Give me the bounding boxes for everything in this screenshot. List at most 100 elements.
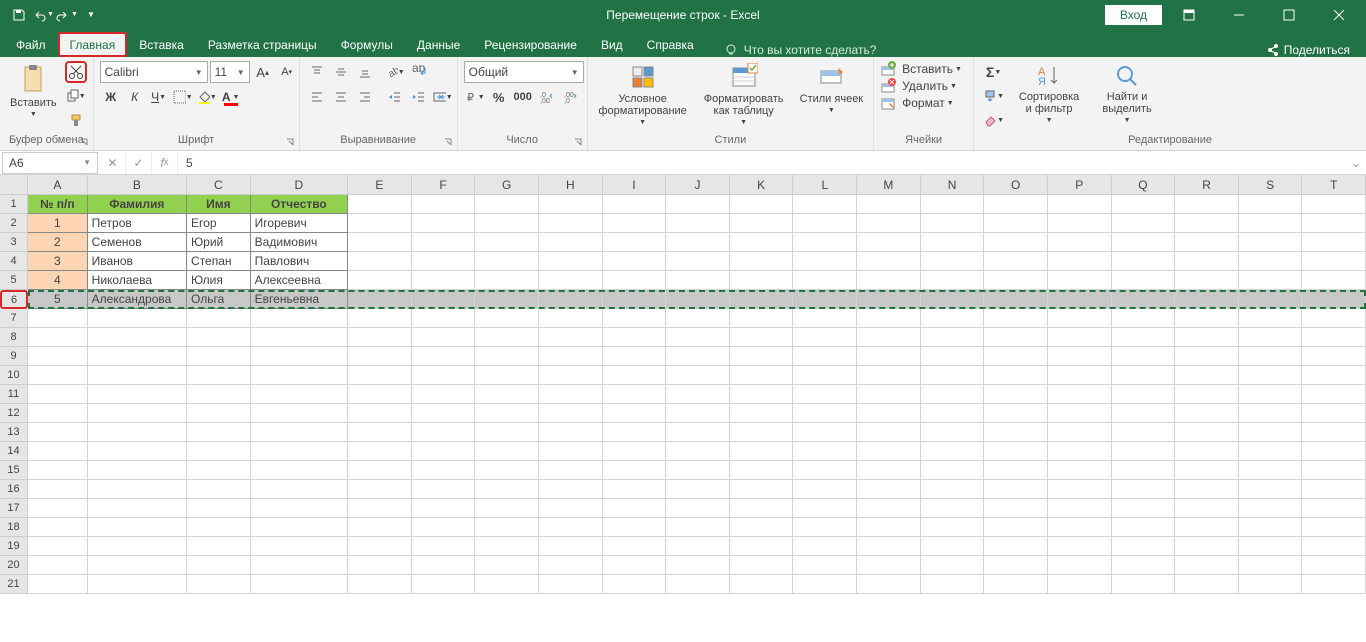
cell[interactable]	[666, 195, 730, 214]
cell[interactable]	[28, 309, 88, 328]
cell[interactable]	[666, 499, 730, 518]
cell[interactable]: № п/п	[28, 195, 88, 214]
tell-me[interactable]: Что вы хотите сделать?	[724, 43, 877, 57]
cell[interactable]	[730, 518, 794, 537]
cell[interactable]	[1175, 442, 1239, 461]
font-launcher[interactable]	[285, 136, 297, 148]
cell[interactable]	[475, 423, 539, 442]
cell[interactable]	[348, 556, 412, 575]
cell[interactable]	[1175, 271, 1239, 290]
cell[interactable]	[348, 233, 412, 252]
cell[interactable]	[412, 195, 476, 214]
cell[interactable]: Степан	[187, 252, 251, 271]
cell[interactable]	[28, 575, 88, 594]
cell[interactable]	[793, 423, 857, 442]
cell[interactable]	[1302, 290, 1366, 309]
cell[interactable]	[857, 518, 921, 537]
cell[interactable]	[88, 480, 187, 499]
cell[interactable]	[539, 195, 603, 214]
cell[interactable]	[857, 499, 921, 518]
cell[interactable]	[857, 328, 921, 347]
bold-button[interactable]: Ж	[100, 86, 122, 108]
row-header-21[interactable]: 21	[0, 575, 28, 594]
cell[interactable]	[187, 385, 251, 404]
cell[interactable]	[921, 423, 985, 442]
alignment-launcher[interactable]	[443, 136, 455, 148]
cell[interactable]	[984, 499, 1048, 518]
cell[interactable]	[28, 556, 88, 575]
cell[interactable]	[666, 271, 730, 290]
cell[interactable]	[1175, 309, 1239, 328]
cell[interactable]: Юлия	[187, 271, 251, 290]
cell[interactable]	[187, 366, 251, 385]
cell[interactable]	[730, 271, 794, 290]
formula-input[interactable]: 5	[178, 156, 1346, 170]
cell[interactable]	[475, 385, 539, 404]
row-header-9[interactable]: 9	[0, 347, 28, 366]
cell[interactable]	[475, 328, 539, 347]
col-header-Q[interactable]: Q	[1112, 175, 1176, 195]
cell[interactable]	[603, 347, 667, 366]
number-launcher[interactable]	[573, 136, 585, 148]
cell[interactable]	[475, 309, 539, 328]
cell[interactable]: 5	[28, 290, 88, 309]
cell[interactable]	[730, 575, 794, 594]
cell[interactable]	[603, 499, 667, 518]
cell[interactable]	[187, 309, 251, 328]
cell[interactable]	[730, 347, 794, 366]
cell[interactable]	[251, 328, 348, 347]
cell[interactable]	[88, 556, 187, 575]
tab-view[interactable]: Вид	[589, 32, 635, 57]
merge-button[interactable]: ▼	[432, 86, 454, 108]
cell[interactable]	[921, 309, 985, 328]
cell[interactable]	[251, 499, 348, 518]
cell[interactable]: Николаева	[88, 271, 187, 290]
cell[interactable]	[793, 366, 857, 385]
cell[interactable]	[793, 233, 857, 252]
cell[interactable]	[251, 461, 348, 480]
cell[interactable]	[412, 290, 476, 309]
comma-button[interactable]: 000	[512, 86, 534, 108]
col-header-R[interactable]: R	[1175, 175, 1239, 195]
align-right-button[interactable]	[354, 86, 376, 108]
cell[interactable]	[539, 404, 603, 423]
cell[interactable]	[412, 423, 476, 442]
cell[interactable]	[88, 423, 187, 442]
cell[interactable]	[857, 423, 921, 442]
align-top-button[interactable]	[306, 61, 328, 83]
cell[interactable]	[1112, 214, 1176, 233]
cell[interactable]	[412, 537, 476, 556]
cell[interactable]	[539, 423, 603, 442]
cell[interactable]	[984, 461, 1048, 480]
cell[interactable]	[666, 518, 730, 537]
cell[interactable]	[857, 309, 921, 328]
cell[interactable]	[1239, 385, 1303, 404]
cell[interactable]	[1302, 537, 1366, 556]
row-header-7[interactable]: 7	[0, 309, 28, 328]
cell[interactable]	[88, 328, 187, 347]
cell[interactable]	[793, 385, 857, 404]
cell[interactable]	[1048, 328, 1112, 347]
cell[interactable]	[984, 404, 1048, 423]
cell[interactable]: Вадимович	[251, 233, 348, 252]
cell[interactable]	[666, 214, 730, 233]
cell[interactable]	[412, 499, 476, 518]
cell[interactable]	[348, 309, 412, 328]
cell[interactable]	[348, 518, 412, 537]
cell[interactable]	[857, 385, 921, 404]
cell[interactable]	[88, 518, 187, 537]
cell[interactable]	[251, 347, 348, 366]
cell[interactable]	[857, 461, 921, 480]
cell[interactable]	[187, 328, 251, 347]
cell[interactable]	[1302, 480, 1366, 499]
cell[interactable]	[88, 385, 187, 404]
cell[interactable]	[1239, 252, 1303, 271]
cell[interactable]	[666, 575, 730, 594]
format-painter-button[interactable]	[65, 109, 87, 131]
cell[interactable]	[793, 347, 857, 366]
cell[interactable]	[539, 499, 603, 518]
cell[interactable]	[1302, 347, 1366, 366]
col-header-P[interactable]: P	[1048, 175, 1112, 195]
cell[interactable]	[921, 480, 985, 499]
cell[interactable]	[539, 214, 603, 233]
